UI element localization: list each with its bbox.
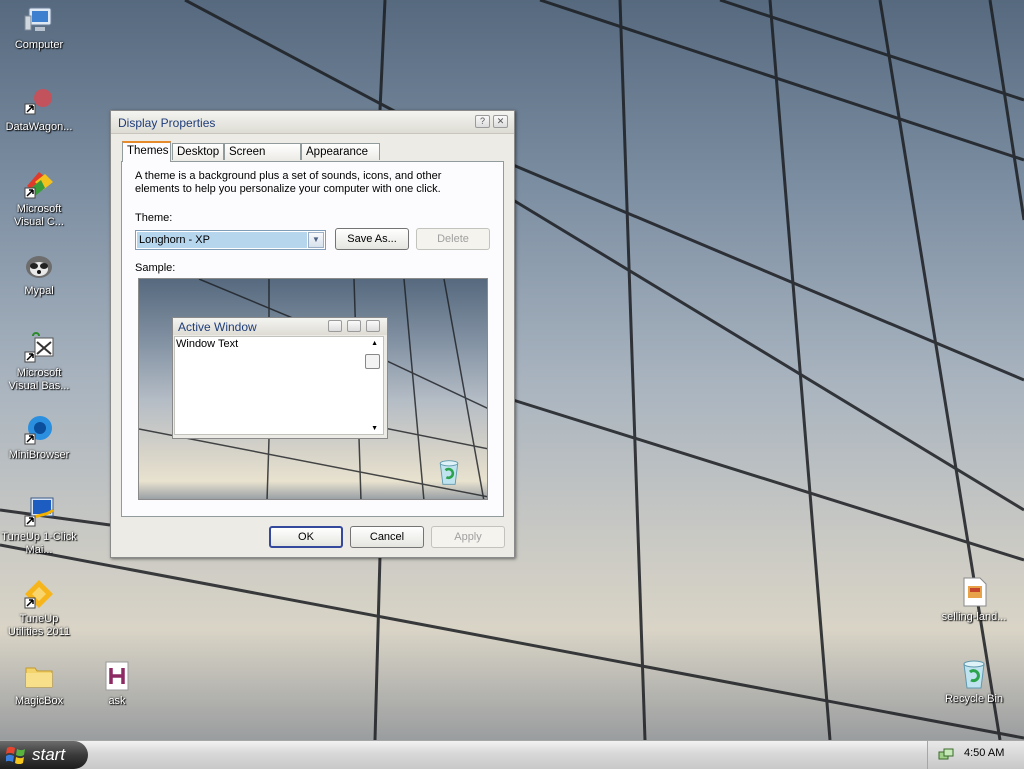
dialog-titlebar[interactable]: Display Properties ? ✕ bbox=[111, 111, 514, 134]
desktop-icon-magicbox[interactable]: MagicBox bbox=[1, 660, 77, 708]
folder-icon bbox=[25, 667, 53, 688]
chevron-down-icon[interactable]: ▼ bbox=[308, 232, 324, 248]
system-tray: 4:50 AM bbox=[927, 741, 1024, 769]
theme-label: Theme: bbox=[135, 212, 173, 224]
desktop-icon-label: Microsoft Visual Bas... bbox=[8, 367, 70, 392]
desktop-icon-minibrowser[interactable]: MiniBrowser bbox=[1, 414, 77, 462]
sample-active-window: Active Window Window Text ▲ ▼ bbox=[172, 317, 388, 439]
desktop-icon-label: DataWagon... bbox=[5, 121, 73, 133]
tab-themes[interactable]: Themes bbox=[122, 141, 171, 162]
tab-screen-saver[interactable]: Screen Saver bbox=[224, 143, 301, 174]
ask-h-icon bbox=[105, 661, 129, 691]
clock[interactable]: 4:50 AM bbox=[964, 747, 1004, 759]
desktop-icon-label: TuneUp 1-Click Mai... bbox=[1, 531, 77, 556]
sample-label: Sample: bbox=[135, 262, 176, 274]
desktop-icon-tuneup-utilities[interactable]: TuneUp Utilities 2011 bbox=[1, 578, 77, 639]
windows-logo-icon bbox=[6, 746, 25, 764]
tab-appearance[interactable]: Appearance bbox=[301, 143, 380, 160]
minimize-icon bbox=[328, 320, 342, 332]
recycle-bin-icon bbox=[439, 460, 459, 485]
close-icon: ✕ bbox=[496, 116, 505, 126]
desktop-icon-visual-basic[interactable]: Microsoft Visual Bas... bbox=[1, 332, 77, 393]
theme-sample-preview: Active Window Window Text ▲ ▼ bbox=[138, 278, 488, 500]
sample-window-body: Window Text ▲ ▼ bbox=[174, 336, 384, 435]
ok-button[interactable]: OK bbox=[269, 526, 343, 548]
computer-icon bbox=[24, 7, 52, 31]
network-icon[interactable] bbox=[938, 747, 954, 763]
taskbar: start 4:50 AM bbox=[0, 740, 1024, 769]
visual-basic-icon bbox=[24, 332, 54, 363]
desktop-icon-label: TuneUp Utilities 2011 bbox=[7, 613, 71, 638]
visual-c-icon bbox=[24, 172, 53, 199]
desktop-icon-ask[interactable]: ask bbox=[79, 660, 155, 708]
desktop-icon-label: selling-land... bbox=[941, 611, 1007, 623]
desktop-icon-selling-land[interactable]: selling-land... bbox=[936, 576, 1012, 624]
desktop-icon-label: ask bbox=[108, 695, 126, 707]
desktop-icon-computer[interactable]: Computer bbox=[1, 4, 77, 52]
desktop-icon-label: Microsoft Visual C... bbox=[14, 203, 64, 228]
delete-button[interactable]: Delete bbox=[416, 228, 490, 250]
scroll-thumb bbox=[365, 354, 380, 369]
desktop-icon-recycle-bin[interactable]: Recycle Bin bbox=[936, 658, 1012, 706]
desktop-icon-label: Computer bbox=[14, 39, 64, 51]
apply-button[interactable]: Apply bbox=[431, 526, 505, 548]
save-as-button[interactable]: Save As... bbox=[335, 228, 409, 250]
desktop-icon-tuneup-1click[interactable]: TuneUp 1-Click Mai... bbox=[1, 496, 77, 557]
start-label: start bbox=[32, 745, 66, 764]
help-icon: ? bbox=[479, 116, 485, 126]
tuneup-utilities-icon bbox=[24, 580, 53, 609]
help-button[interactable]: ? bbox=[475, 115, 490, 128]
desktop-icon-label: MagicBox bbox=[14, 695, 64, 707]
document-icon bbox=[963, 577, 987, 607]
scroll-up-icon: ▲ bbox=[371, 340, 378, 347]
dialog-title: Display Properties bbox=[118, 116, 216, 130]
mypal-raccoon-icon bbox=[26, 256, 52, 278]
themes-panel: A theme is a background plus a set of so… bbox=[121, 161, 504, 517]
display-properties-dialog: Display Properties ? ✕ Themes Desktop Sc… bbox=[110, 110, 515, 558]
desktop-icon-visual-c[interactable]: Microsoft Visual C... bbox=[1, 168, 77, 229]
scroll-down-icon: ▼ bbox=[371, 425, 378, 432]
desktop-icon-label: Mypal bbox=[24, 285, 54, 297]
sample-window-title: Active Window bbox=[178, 320, 257, 334]
theme-dropdown[interactable]: Longhorn - XP ▼ bbox=[135, 230, 326, 250]
tuneup-1click-icon bbox=[24, 497, 55, 527]
maximize-icon bbox=[347, 320, 361, 332]
close-button[interactable]: ✕ bbox=[493, 115, 508, 128]
tab-desktop[interactable]: Desktop bbox=[172, 143, 224, 160]
theme-selected-value: Longhorn - XP bbox=[137, 232, 307, 248]
minibrowser-icon bbox=[24, 416, 52, 445]
sample-window-titlebar: Active Window bbox=[173, 318, 387, 335]
desktop-icon-datawagon[interactable]: DataWagon... bbox=[1, 86, 77, 134]
start-button[interactable]: start bbox=[0, 741, 88, 769]
theme-description: A theme is a background plus a set of so… bbox=[135, 170, 442, 195]
cancel-button[interactable]: Cancel bbox=[350, 526, 424, 548]
datawagon-icon bbox=[24, 89, 52, 115]
recycle-bin-icon bbox=[963, 660, 985, 689]
desktop-icon-label: MiniBrowser bbox=[8, 449, 70, 461]
desktop-icon-label: Recycle Bin bbox=[944, 693, 1004, 705]
sample-window-text: Window Text bbox=[176, 338, 239, 350]
desktop-icon-mypal[interactable]: Mypal bbox=[1, 250, 77, 298]
close-icon bbox=[366, 320, 380, 332]
